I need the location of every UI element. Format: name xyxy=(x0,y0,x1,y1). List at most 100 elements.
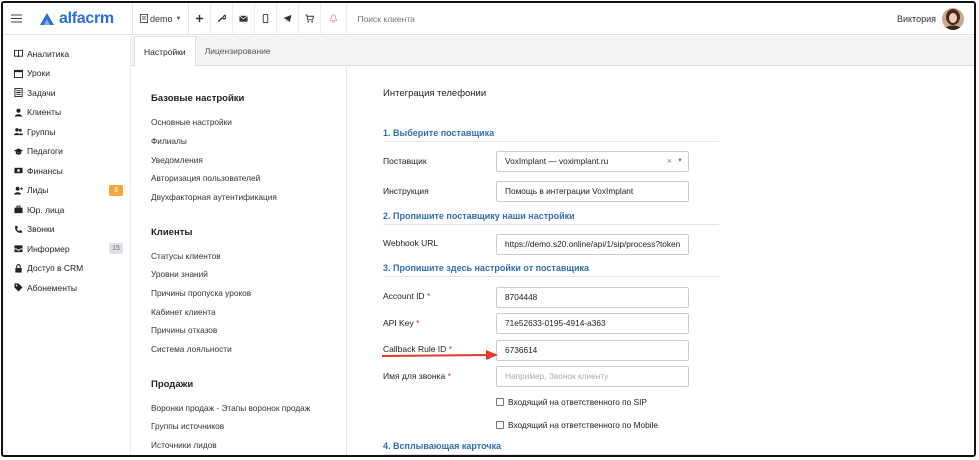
instruction-field[interactable]: Помощь в интеграции VoxImplant xyxy=(496,181,689,202)
top-bar: alfacrm demo ▼ Виктория xyxy=(3,3,974,35)
sidebar-item-clients[interactable]: Клиенты xyxy=(3,103,130,123)
annotation-arrow-icon xyxy=(382,350,498,360)
user-menu[interactable]: Виктория xyxy=(896,7,964,30)
menu-heading-sales: Продажи xyxy=(151,379,194,390)
paper-plane-icon xyxy=(283,14,293,23)
tab-licensing[interactable]: Лицензирование xyxy=(196,36,280,66)
telegram-button[interactable] xyxy=(277,3,300,35)
notifications-button[interactable] xyxy=(321,3,348,35)
api-key-field[interactable]: 71e52633-0195-4914-a363 xyxy=(496,313,689,334)
sidebar-item-finance[interactable]: Финансы xyxy=(3,161,130,181)
section-provider-settings: 3. Пропишите здесь настройки от поставщи… xyxy=(383,263,719,277)
bell-icon xyxy=(330,14,338,23)
sidebar-item-groups[interactable]: Группы xyxy=(3,122,130,142)
clear-icon[interactable]: × xyxy=(667,152,672,171)
book-icon xyxy=(14,50,23,58)
menu-item-client-statuses[interactable]: Статусы клиентов xyxy=(151,251,221,261)
menu-item-2fa[interactable]: Двухфакторная аутентификация xyxy=(151,192,277,202)
api-key-label: API Key * xyxy=(383,318,420,328)
logo[interactable]: alfacrm xyxy=(39,10,132,28)
graduation-cap-icon xyxy=(14,148,23,155)
branch-select[interactable]: demo ▼ xyxy=(133,3,188,35)
sidebar-item-crm-access[interactable]: Доступ в CRM xyxy=(3,259,130,279)
menu-item-source-groups[interactable]: Группы источников xyxy=(151,421,224,431)
account-id-label: Account ID * xyxy=(383,291,431,301)
sidebar-item-legal-entities[interactable]: Юр. лица xyxy=(3,200,130,220)
menu-item-branches[interactable]: Филиалы xyxy=(151,136,187,146)
sidebar-item-informer[interactable]: Информер 15 xyxy=(3,239,130,259)
section-our-settings: 2. Пропишите поставщику наши настройки xyxy=(383,211,719,225)
search-input[interactable] xyxy=(347,3,897,34)
required-mark: * xyxy=(426,291,431,301)
briefcase-icon xyxy=(14,205,23,214)
tag-icon xyxy=(14,283,23,292)
sidebar-item-analytics[interactable]: Аналитика xyxy=(3,44,130,64)
add-button[interactable] xyxy=(189,3,212,35)
mail-button[interactable] xyxy=(233,3,256,35)
checkbox-box[interactable] xyxy=(496,398,504,406)
incoming-sip-checkbox[interactable]: Входящий на ответственного по SIP xyxy=(496,397,647,407)
sidebar-item-teachers[interactable]: Педагоги xyxy=(3,142,130,162)
tools-button[interactable] xyxy=(211,3,234,35)
required-mark: * xyxy=(416,318,420,328)
app-window: alfacrm demo ▼ Виктория xyxy=(1,1,976,457)
call-name-label: Имя для звонка * xyxy=(383,371,451,381)
webhook-field[interactable]: https://demo.s20.online/api/1/sip/proces… xyxy=(496,234,689,255)
cart-icon xyxy=(305,14,315,23)
required-mark: * xyxy=(447,371,451,381)
leads-count-badge: 3 xyxy=(109,184,123,196)
users-icon xyxy=(14,128,23,136)
menu-icon[interactable] xyxy=(3,3,29,35)
menu-item-notifications[interactable]: Уведомления xyxy=(151,155,203,165)
branch-name: demo xyxy=(150,13,173,24)
cart-button[interactable] xyxy=(299,3,322,35)
menu-item-absence-reasons[interactable]: Причины пропуска уроков xyxy=(151,288,251,298)
mobile-icon xyxy=(263,14,269,23)
calendar-icon xyxy=(14,69,23,78)
provider-select[interactable]: VoxImplant — voximplant.ru × ▼ xyxy=(496,151,689,172)
lock-icon xyxy=(15,263,22,273)
instruction-label: Инструкция xyxy=(383,186,429,196)
incoming-mobile-checkbox[interactable]: Входящий на ответственного по Mobile xyxy=(496,420,658,430)
phone-icon xyxy=(15,225,23,233)
user-icon xyxy=(14,108,23,117)
checklist-icon xyxy=(14,88,23,98)
inbox-icon xyxy=(14,245,23,253)
tab-settings[interactable]: Настройки xyxy=(134,36,196,67)
menu-heading-clients: Клиенты xyxy=(151,227,193,238)
menu-item-sales-funnels[interactable]: Воронки продаж - Этапы воронок продаж xyxy=(151,403,310,413)
menu-heading-basic: Базовые настройки xyxy=(151,93,245,104)
menu-item-client-cabinet[interactable]: Кабинет клиента xyxy=(151,307,216,317)
avatar-image xyxy=(942,7,964,30)
document-icon xyxy=(140,14,148,23)
checkbox-box[interactable] xyxy=(496,421,504,429)
sidebar-item-subscriptions[interactable]: Абонементы xyxy=(3,278,130,298)
avatar[interactable] xyxy=(942,7,964,30)
user-name: Виктория xyxy=(896,13,936,24)
menu-item-main-settings[interactable]: Основные настройки xyxy=(151,117,232,127)
sidebar-item-tasks[interactable]: Задачи xyxy=(3,83,130,103)
user-plus-icon xyxy=(14,186,23,195)
sidebar-item-leads[interactable]: Лиды 3 xyxy=(3,181,130,201)
mobile-button[interactable] xyxy=(255,3,278,35)
call-name-field[interactable]: Например, Звонок клиенту xyxy=(496,366,689,387)
caret-down-icon: ▼ xyxy=(175,15,182,22)
sidebar: Аналитика Уроки Задачи Клиенты Группы Пе… xyxy=(3,36,131,455)
provider-label: Поставщик xyxy=(383,156,427,166)
account-id-field[interactable]: 8704448 xyxy=(496,287,689,308)
sidebar-item-calls[interactable]: Звонки xyxy=(3,220,130,240)
sidebar-item-lessons[interactable]: Уроки xyxy=(3,64,130,84)
menu-item-user-auth[interactable]: Авторизация пользователей xyxy=(151,173,260,183)
caret-down-icon: ▼ xyxy=(677,158,683,164)
callback-rule-field[interactable]: 6736614 xyxy=(496,340,689,361)
menu-item-refusal-reasons[interactable]: Причины отказов xyxy=(151,325,217,335)
webhook-label: Webhook URL xyxy=(383,238,439,248)
menu-item-knowledge-levels[interactable]: Уровни знаний xyxy=(151,269,208,279)
envelope-icon xyxy=(239,15,249,22)
menu-item-loyalty[interactable]: Система лояльности xyxy=(151,344,232,354)
telephony-form: Интеграция телефонии 1. Выберите поставщ… xyxy=(348,67,974,455)
wrench-icon xyxy=(218,14,227,23)
menu-item-lead-sources[interactable]: Источники лидов xyxy=(151,440,217,450)
section-popup-card: 4. Всплывающая карточка xyxy=(383,441,719,455)
settings-menu: Базовые настройки Основные настройки Фил… xyxy=(133,67,347,455)
